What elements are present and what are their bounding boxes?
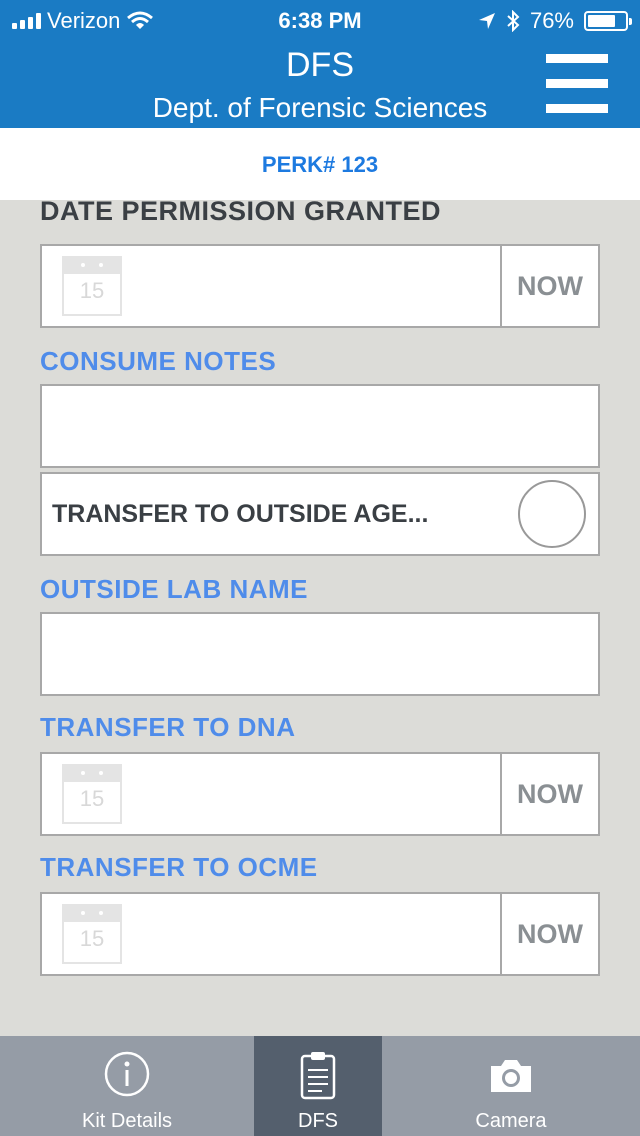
app-title: DFS xyxy=(286,46,354,84)
location-arrow-icon xyxy=(478,13,495,29)
date-permission-label: DATE PERMISSION GRANTED xyxy=(40,200,442,226)
date-permission-field[interactable]: 15 NOW xyxy=(40,244,600,328)
now-button[interactable]: NOW xyxy=(500,246,598,326)
transfer-to-ocme-label: TRANSFER TO OCME xyxy=(40,852,318,882)
consume-notes-input[interactable] xyxy=(40,384,600,468)
status-bar: Verizon 6:38 PM 76% xyxy=(0,0,640,40)
transfer-to-dna-field[interactable]: 15 NOW xyxy=(40,752,600,836)
app-subtitle: Dept. of Forensic Sciences xyxy=(152,92,488,123)
transfer-outside-label: TRANSFER TO OUTSIDE AGE... xyxy=(52,500,429,528)
calendar-icon[interactable]: 15 xyxy=(62,256,122,316)
tab-label: DFS xyxy=(298,1110,338,1132)
outside-lab-name-label: OUTSIDE LAB NAME xyxy=(40,574,308,604)
now-button[interactable]: NOW xyxy=(500,754,598,834)
consume-notes-label: CONSUME NOTES xyxy=(40,346,277,376)
form-scroll-area[interactable]: DATE PERMISSION GRANTED 15 NOW CONSUME N… xyxy=(0,200,640,1036)
calendar-icon[interactable]: 15 xyxy=(62,764,122,824)
transfer-to-ocme-field[interactable]: 15 NOW xyxy=(40,892,600,976)
bluetooth-icon xyxy=(507,10,520,32)
now-button[interactable]: NOW xyxy=(500,894,598,974)
calendar-icon[interactable]: 15 xyxy=(62,904,122,964)
battery-percent: 76% xyxy=(529,8,574,33)
outside-lab-name-input[interactable] xyxy=(40,612,600,696)
tab-label: Camera xyxy=(475,1110,547,1132)
tab-kit-details[interactable]: Kit Details xyxy=(0,1036,254,1136)
clipboard-icon xyxy=(300,1052,336,1100)
tab-dfs[interactable]: DFS xyxy=(254,1036,382,1136)
info-icon xyxy=(104,1051,150,1097)
transfer-outside-agency-toggle[interactable]: TRANSFER TO OUTSIDE AGE... xyxy=(40,472,600,556)
tab-camera[interactable]: Camera xyxy=(382,1036,640,1136)
perk-number: PERK# 123 xyxy=(261,152,379,177)
transfer-to-dna-label: TRANSFER TO DNA xyxy=(40,712,296,742)
app-header: Verizon 6:38 PM 76% DFS Dept. of Forensi… xyxy=(0,0,640,128)
perk-bar: PERK# 123 xyxy=(0,128,640,200)
camera-icon xyxy=(491,1060,531,1092)
tab-label: Kit Details xyxy=(81,1110,173,1132)
hamburger-menu-icon[interactable] xyxy=(546,54,608,114)
toggle-circle-icon[interactable] xyxy=(518,480,586,548)
battery-icon xyxy=(584,11,632,31)
tab-bar: Kit Details DFS Camera xyxy=(0,1036,640,1136)
